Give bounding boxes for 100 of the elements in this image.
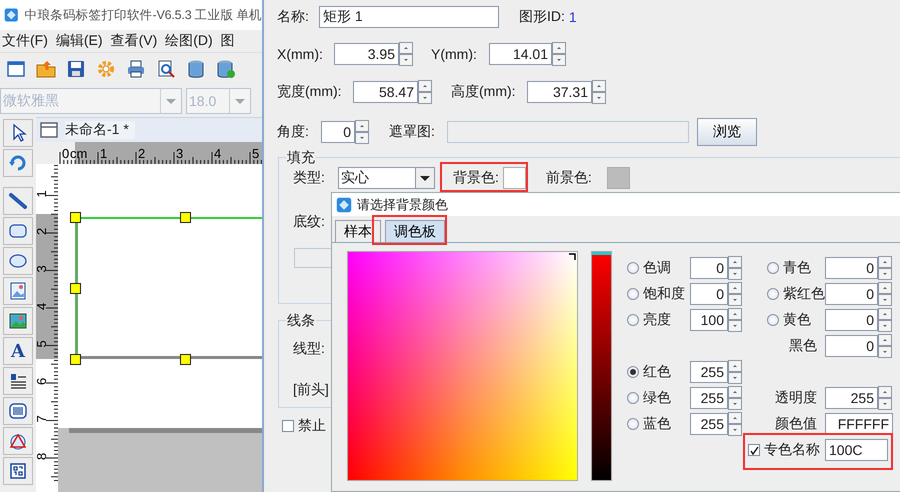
spin-up-button[interactable] [728, 282, 742, 294]
resize-handle[interactable] [180, 354, 191, 365]
resize-handle[interactable] [70, 283, 81, 294]
spin-down-button[interactable] [878, 294, 892, 306]
menu-item[interactable]: 文件(F) [2, 32, 48, 50]
number-field[interactable]: 0 [825, 257, 878, 279]
spin-up-button[interactable] [728, 360, 742, 372]
number-field[interactable]: 0 [825, 335, 878, 357]
number-field[interactable]: 255 [690, 387, 728, 409]
radio-option[interactable]: 色调 [627, 259, 690, 277]
tool-button[interactable] [3, 247, 33, 275]
number-field[interactable]: 0 [321, 121, 355, 143]
spin-down-button[interactable] [552, 54, 566, 66]
number-field[interactable]: 0 [825, 283, 878, 305]
spin-down-button[interactable] [728, 320, 742, 332]
checkbox[interactable] [748, 444, 760, 456]
spin-up-button[interactable] [728, 412, 742, 424]
radio-option[interactable]: 蓝色 [627, 415, 690, 433]
slider-thumb[interactable] [592, 252, 611, 255]
radio-option[interactable]: 黄色 [767, 311, 825, 329]
color-value-field[interactable]: FFFFFF [825, 413, 893, 435]
menu-item[interactable]: 图 [220, 32, 235, 50]
radio-option[interactable]: 红色 [627, 363, 690, 381]
radio-option[interactable]: 绿色 [627, 389, 690, 407]
browse-button[interactable]: 浏览 [697, 118, 757, 146]
spin-down-button[interactable] [355, 132, 369, 144]
spin-down-button[interactable] [878, 320, 892, 332]
number-field[interactable]: 3.95 [334, 43, 399, 65]
field-label: [前头] [293, 381, 329, 399]
spin-up-button[interactable] [355, 120, 369, 132]
spin-up-button[interactable] [418, 80, 432, 92]
field-label: 遮罩图: [389, 123, 436, 141]
number-field[interactable]: 255 [825, 387, 878, 409]
tool-button[interactable]: A [3, 337, 33, 365]
spin-down-button[interactable] [878, 398, 892, 410]
radio-option[interactable]: 青色 [767, 259, 825, 277]
ruler-number: 8 [36, 452, 49, 460]
spin-up-button[interactable] [552, 42, 566, 54]
radio-option[interactable]: 亮度 [627, 311, 690, 329]
spin-up-button[interactable] [728, 386, 742, 398]
spin-up-button[interactable] [878, 334, 892, 346]
tool-button[interactable] [3, 217, 33, 245]
document-tab[interactable]: 未命名-1 * [65, 121, 135, 139]
spin-up-button[interactable] [592, 80, 606, 92]
spin-down-button[interactable] [728, 372, 742, 384]
tool-button[interactable] [3, 187, 33, 215]
background-color-swatch[interactable] [502, 167, 526, 189]
number-field[interactable]: 255 [690, 361, 728, 383]
tool-button[interactable] [3, 427, 33, 455]
number-field[interactable]: 58.47 [353, 81, 418, 103]
spin-down-button[interactable] [728, 268, 742, 280]
hue-slider[interactable] [591, 251, 612, 481]
spin-up-button[interactable] [728, 256, 742, 268]
tool-button[interactable] [3, 119, 33, 147]
foreground-color-swatch[interactable] [606, 167, 630, 189]
tool-button[interactable] [3, 367, 33, 395]
resize-handle[interactable] [70, 354, 81, 365]
tab[interactable]: 样本 [335, 220, 381, 242]
number-field[interactable]: 37.31 [527, 81, 592, 103]
ruler-number: 2 [138, 146, 146, 161]
mask-image-field[interactable] [447, 121, 689, 143]
spin-down-button[interactable] [399, 54, 413, 66]
radio-option[interactable]: 紫红色 [767, 285, 825, 303]
tool-button[interactable] [3, 277, 33, 305]
name-field[interactable]: 矩形 1 [319, 6, 499, 28]
checkbox[interactable] [282, 420, 294, 432]
spin-up-button[interactable] [399, 42, 413, 54]
spot-color-name-field[interactable]: 100C [825, 439, 888, 461]
number-field[interactable]: 100 [690, 309, 728, 331]
spin-up-button[interactable] [728, 308, 742, 320]
resize-handle[interactable] [180, 212, 191, 223]
radio-option[interactable]: 饱和度 [627, 285, 690, 303]
tab[interactable]: 调色板 [385, 220, 445, 242]
spin-down-button[interactable] [728, 294, 742, 306]
number-field[interactable]: 255 [690, 413, 728, 435]
menu-item[interactable]: 绘图(D) [165, 32, 213, 50]
fill-type-dropdown[interactable]: 实心 [338, 167, 435, 189]
spin-down-button[interactable] [878, 268, 892, 280]
spin-up-button[interactable] [878, 386, 892, 398]
resize-handle[interactable] [70, 212, 81, 223]
number-field[interactable]: 0 [690, 257, 728, 279]
number-field[interactable]: 14.01 [489, 43, 552, 65]
spin-up-button[interactable] [878, 282, 892, 294]
tool-button[interactable] [3, 457, 33, 485]
number-field[interactable]: 0 [825, 309, 878, 331]
spin-down-button[interactable] [728, 398, 742, 410]
spin-down-button[interactable] [592, 92, 606, 104]
spin-up-button[interactable] [878, 256, 892, 268]
tool-button[interactable] [3, 397, 33, 425]
menu-item[interactable]: 编辑(E) [56, 32, 103, 50]
number-field[interactable]: 0 [690, 283, 728, 305]
save-icon [66, 59, 86, 79]
tool-button[interactable] [3, 307, 33, 335]
spin-up-button[interactable] [878, 308, 892, 320]
color-gradient-square[interactable] [347, 251, 578, 481]
spin-down-button[interactable] [878, 346, 892, 358]
spin-down-button[interactable] [418, 92, 432, 104]
menu-item[interactable]: 查看(V) [110, 32, 158, 50]
printer-icon [126, 59, 146, 79]
spin-down-button[interactable] [728, 424, 742, 436]
